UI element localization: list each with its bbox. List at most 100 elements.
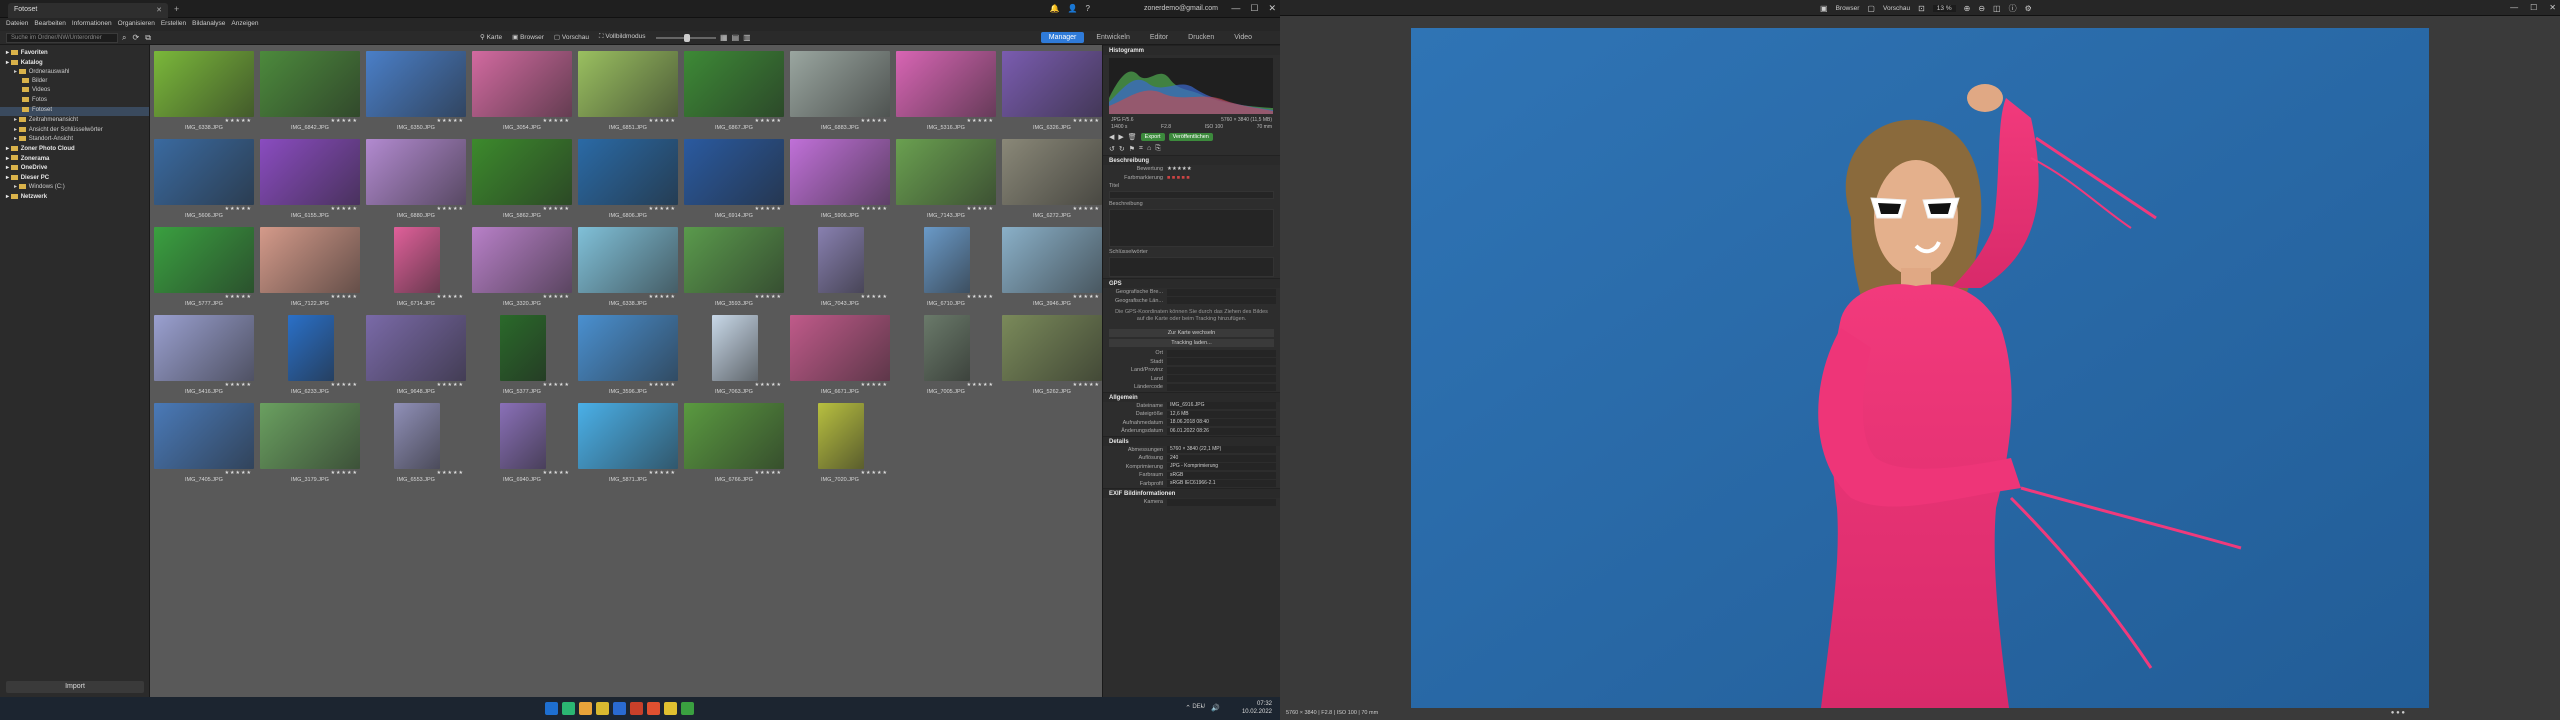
- thumbnail[interactable]: ★★★★★ IMG_6714.JPG: [364, 225, 468, 309]
- account-label[interactable]: zonerdemo@gmail.com: [1144, 5, 1218, 12]
- rotate-left-icon[interactable]: ↺: [1109, 145, 1115, 153]
- thumbnail-image[interactable]: [288, 315, 334, 381]
- thumbnail-image[interactable]: [154, 403, 254, 469]
- menu-item-bearbeiten[interactable]: Bearbeiten: [34, 20, 65, 29]
- rating-stars[interactable]: ★★★★★: [364, 382, 468, 388]
- thumbnail-image[interactable]: [154, 51, 254, 117]
- help-icon[interactable]: ?: [1086, 4, 1090, 13]
- info-value[interactable]: sRGB: [1167, 471, 1276, 479]
- rating-stars[interactable]: ★★★★★: [152, 118, 256, 124]
- rating-stars[interactable]: ★★★★★: [152, 294, 256, 300]
- thumbnail-image[interactable]: [896, 139, 996, 205]
- thumbnail-image[interactable]: [472, 227, 572, 293]
- next-icon[interactable]: ▶: [1118, 133, 1123, 141]
- sidebar-item-ansicht-der-schl-sselw-rter[interactable]: ▸ Ansicht der Schlüsselwörter: [0, 126, 149, 136]
- thumbnail-image[interactable]: [154, 227, 254, 293]
- taskbar-app-icon[interactable]: [596, 702, 609, 715]
- rating-stars[interactable]: ★★★★★: [788, 206, 892, 212]
- rating-stars[interactable]: ★★★★★: [152, 206, 256, 212]
- rating-stars[interactable]: ★★★★★: [788, 118, 892, 124]
- thumbnail-image[interactable]: [684, 227, 784, 293]
- prev-icon[interactable]: ◀: [1109, 133, 1114, 141]
- rating-stars[interactable]: ★★★★★: [894, 294, 998, 300]
- taskbar-app-icon[interactable]: [562, 702, 575, 715]
- sidebar-item-fotos[interactable]: Fotos: [0, 96, 149, 107]
- rating-stars[interactable]: ★★★★★: [364, 294, 468, 300]
- sidebar-item-ordnerauswahl[interactable]: ▸ Ordnerauswahl: [0, 68, 149, 78]
- rating-stars[interactable]: ★★★★★: [152, 382, 256, 388]
- rating-stars[interactable]: ★★★★★: [258, 470, 362, 476]
- info-value[interactable]: [1167, 358, 1276, 366]
- thumbnail[interactable]: ★★★★★ IMG_6326.JPG: [1000, 49, 1104, 133]
- filter-icon[interactable]: ⧉: [145, 33, 151, 43]
- tag-icon[interactable]: ⌂: [1147, 145, 1151, 153]
- thumbnail[interactable]: ★★★★★ IMG_3946.JPG: [1000, 225, 1104, 309]
- taskbar-app-icon[interactable]: [647, 702, 660, 715]
- thumbnail[interactable]: ★★★★★ IMG_6806.JPG: [576, 137, 680, 221]
- thumbnail-image[interactable]: [500, 315, 546, 381]
- thumbnail[interactable]: ★★★★★ IMG_6867.JPG: [682, 49, 786, 133]
- sidebar-item-zonerama[interactable]: ▸ Zonerama: [0, 155, 149, 165]
- sidebar-item-netzwerk[interactable]: ▸ Netzwerk: [0, 193, 149, 203]
- maximize-icon[interactable]: ☐: [1250, 3, 1258, 14]
- thumbnail[interactable]: ★★★★★ IMG_3179.JPG: [258, 401, 362, 485]
- sidebar-item-onedrive[interactable]: ▸ OneDrive: [0, 164, 149, 174]
- thumbnail[interactable]: ★★★★★ IMG_5416.JPG: [152, 313, 256, 397]
- close-icon[interactable]: ✕: [1268, 3, 1276, 14]
- description-field[interactable]: [1109, 209, 1274, 247]
- rating-stars[interactable]: ★★★★★: [364, 470, 468, 476]
- thumbnail-image[interactable]: [790, 51, 890, 117]
- general-header[interactable]: Allgemein: [1103, 391, 1280, 402]
- sidebar-item-katalog[interactable]: ▸ Katalog: [0, 59, 149, 69]
- thumbnail-image[interactable]: [472, 51, 572, 117]
- info-value[interactable]: 12,6 MB: [1167, 410, 1276, 418]
- thumbnail-image[interactable]: [578, 403, 678, 469]
- info-value[interactable]: 06.01.2022 08:26: [1167, 427, 1276, 435]
- rating-stars[interactable]: ★★★★★: [470, 470, 574, 476]
- delete-icon[interactable]: 🗑: [1128, 133, 1137, 141]
- preview-button[interactable]: Vorschau: [1883, 5, 1910, 12]
- thumbnail[interactable]: ★★★★★ IMG_9648.JPG: [364, 313, 468, 397]
- thumbnail[interactable]: ★★★★★ IMG_7122.JPG: [258, 225, 362, 309]
- search-input[interactable]: Suche im Ordner/NW/Unterordner: [6, 33, 118, 43]
- thumbnail[interactable]: ★★★★★ IMG_5871.JPG: [576, 401, 680, 485]
- sidebar-item-videos[interactable]: Videos: [0, 87, 149, 97]
- taskbar-app-icon[interactable]: [545, 702, 558, 715]
- sidebar-item-fotoset[interactable]: Fotoset: [0, 106, 149, 117]
- rating-stars[interactable]: ★★★★★: [682, 118, 786, 124]
- module-drucken[interactable]: Drucken: [1180, 32, 1222, 43]
- taskbar-app-icon[interactable]: [613, 702, 626, 715]
- minimize-icon[interactable]: —: [1231, 3, 1240, 14]
- user-icon[interactable]: 👤: [1068, 4, 1078, 13]
- rotate-right-icon[interactable]: ↻: [1119, 145, 1125, 153]
- menu-item-bildanalyse[interactable]: Bildanalyse: [192, 20, 225, 29]
- thumbnail[interactable]: ★★★★★ IMG_5316.JPG: [894, 49, 998, 133]
- info-icon[interactable]: ⓘ: [2009, 3, 2017, 14]
- import-button[interactable]: Import: [6, 681, 144, 693]
- rating-stars[interactable]: ★★★★★: [1000, 382, 1104, 388]
- thumbnail-image[interactable]: [260, 139, 360, 205]
- rating-stars[interactable]: ★★★★★: [152, 470, 256, 476]
- thumbnail-image[interactable]: [1002, 227, 1102, 293]
- rating-stars[interactable]: ★★★★★: [682, 206, 786, 212]
- taskbar-app-icon[interactable]: [664, 702, 677, 715]
- info-value[interactable]: 240: [1167, 454, 1276, 462]
- thumbnail-image[interactable]: [818, 227, 864, 293]
- thumbnail-image[interactable]: [1002, 139, 1102, 205]
- thumbnail[interactable]: ★★★★★ IMG_5262.JPG: [1000, 313, 1104, 397]
- rating-stars[interactable]: ★★★★★: [1000, 118, 1104, 124]
- details-header[interactable]: Details: [1103, 435, 1280, 446]
- thumbnail[interactable]: ★★★★★ IMG_5862.JPG: [470, 137, 574, 221]
- thumbnail[interactable]: ★★★★★ IMG_6883.JPG: [788, 49, 892, 133]
- thumbnail-image[interactable]: [924, 227, 970, 293]
- info-value[interactable]: [1167, 366, 1276, 374]
- thumbnail[interactable]: ★★★★★ IMG_3596.JPG: [576, 313, 680, 397]
- info-value[interactable]: sRGB IEC61966-2.1: [1167, 480, 1276, 488]
- info-value[interactable]: IMG_6916.JPG: [1167, 402, 1276, 410]
- rating-stars[interactable]: ★★★★★: [788, 294, 892, 300]
- info-value[interactable]: [1167, 297, 1276, 305]
- thumbnail-image[interactable]: [896, 51, 996, 117]
- thumbnail-image[interactable]: [818, 403, 864, 469]
- thumbnail[interactable]: ★★★★★ IMG_7063.JPG: [682, 313, 786, 397]
- bell-icon[interactable]: 🔔: [1050, 4, 1060, 13]
